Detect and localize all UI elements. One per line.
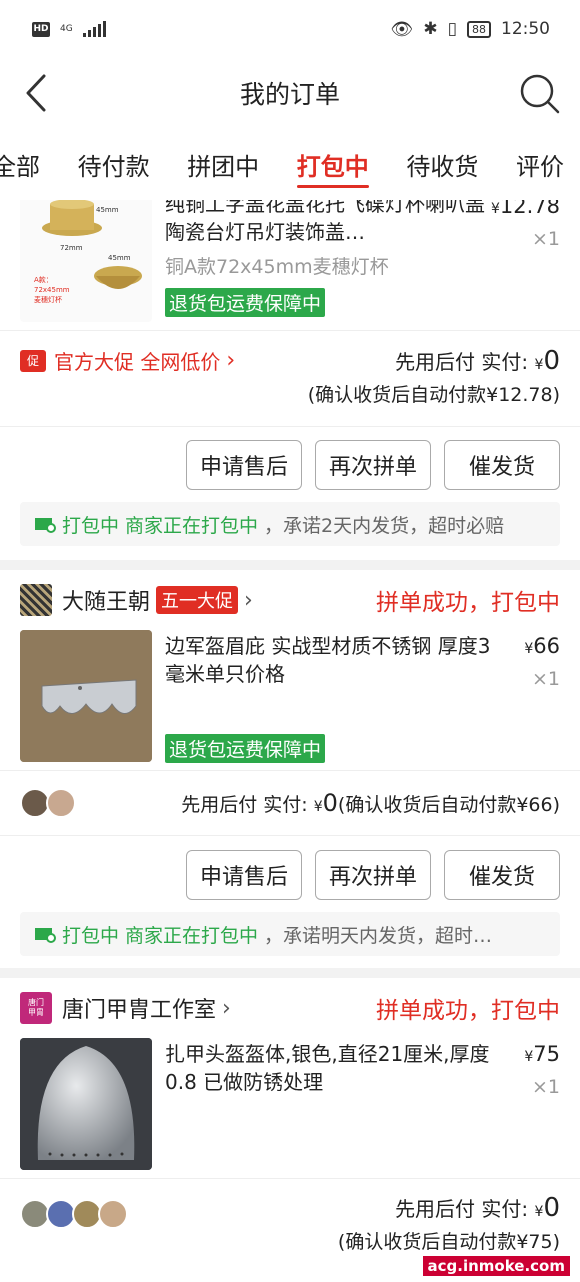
visor-image <box>20 630 152 762</box>
hd-icon: HD <box>32 21 50 37</box>
product-row[interactable]: 扎甲头盔盔体,银色,直径21厘米,厚度0.8 已做防锈处理 ¥75 ×1 <box>0 1038 580 1178</box>
guarantee-badge: 退货包运费保障中 <box>165 288 326 317</box>
group-avatars <box>20 1199 128 1229</box>
pay-summary: 先用后付 实付: ¥0 (确认收货后自动付款¥12.78) <box>307 346 560 406</box>
order-card-2: 大随王朝 五一大促 › 拼单成功，打包中 边军盔眉庇 实战型材质不锈钢 厚度3毫… <box>0 570 580 968</box>
urge-shipping-button[interactable]: 催发货 <box>444 850 560 900</box>
title-bar: 我的订单 <box>0 58 580 128</box>
shop-name: 唐门甲胄工作室 <box>62 998 217 1023</box>
status-bar: HD 4G 👁 ✱ ▯ 88 12:50 <box>0 0 580 58</box>
search-icon[interactable] <box>518 72 562 116</box>
group-avatars <box>20 788 76 818</box>
promo-badge-icon: 促 <box>20 349 46 372</box>
shop-header[interactable]: 大随王朝 五一大促 › 拼单成功，打包中 <box>0 570 580 630</box>
shop-avatar <box>20 584 52 616</box>
chevron-right-icon: › <box>222 995 231 1021</box>
shop-name: 大随王朝 <box>62 590 151 615</box>
product-price: ¥75 <box>524 1042 560 1066</box>
tab-pending-receipt[interactable]: 待收货 <box>406 128 478 200</box>
product-name[interactable]: 扎甲头盔盔体,银色,直径21厘米,厚度0.8 已做防锈处理 <box>165 1040 495 1096</box>
promo-text: 官方大促 全网低价 <box>54 350 221 374</box>
back-icon[interactable] <box>22 72 52 114</box>
product-image[interactable]: 45mm 72mm 45mm A款： 72x45mm 麦穗灯杯 <box>20 190 152 322</box>
shipping-notice[interactable]: 打包中 商家正在打包中 ，承诺2天内发货，超时必赔 <box>20 502 560 546</box>
urge-shipping-button[interactable]: 催发货 <box>444 440 560 490</box>
avatar <box>46 788 76 818</box>
tab-pending-payment[interactable]: 待付款 <box>78 128 150 200</box>
svg-text:72mm: 72mm <box>60 244 83 252</box>
eye-icon: 👁 <box>390 18 414 40</box>
order-status: 拼单成功，打包中 <box>376 590 560 616</box>
network-type: 4G <box>60 23 73 34</box>
signal-icon <box>82 21 106 37</box>
product-name[interactable]: 边军盔眉庇 实战型材质不锈钢 厚度3毫米单只价格 <box>165 632 495 688</box>
after-sales-button[interactable]: 申请售后 <box>186 440 302 490</box>
shop-promo-tag: 五一大促 <box>156 586 239 614</box>
pay-summary: 先用后付 实付: ¥0(确认收货后自动付款¥66) <box>0 771 580 835</box>
chevron-right-icon: › <box>244 587 253 613</box>
tab-review[interactable]: 评价 <box>516 128 564 200</box>
package-icon <box>35 928 56 943</box>
tab-packing[interactable]: 打包中 <box>296 128 369 200</box>
helmet-image <box>20 1038 152 1170</box>
order-card-3: 唐门 甲胄 唐门甲胄工作室 › 拼单成功，打包中 扎甲头盔盔体,银色,直径21厘… <box>0 978 580 1282</box>
shipping-notice[interactable]: 打包中 商家正在打包中 ，承诺明天内发货，超时… <box>20 912 560 956</box>
product-qty: ×1 <box>531 228 560 250</box>
guarantee-badge: 退货包运费保障中 <box>165 734 326 763</box>
svg-text:A款：: A款： <box>34 275 53 284</box>
clock: 12:50 <box>501 19 550 39</box>
top-header: HD 4G 👁 ✱ ▯ 88 12:50 我的订单 全部 待付款 拼团中 打包中… <box>0 0 580 200</box>
order-card-1: 45mm 72mm 45mm A款： 72x45mm 麦穗灯杯 纯铜工字盖花盖花… <box>0 160 580 560</box>
product-image[interactable] <box>20 630 152 762</box>
vibrate-icon: ▯ <box>447 19 457 39</box>
battery-icon: 88 <box>467 20 491 38</box>
package-icon <box>35 518 56 533</box>
lamp-cup-image: 45mm 72mm 45mm A款： 72x45mm 麦穗灯杯 <box>20 190 152 322</box>
svg-text:72x45mm: 72x45mm <box>34 286 70 294</box>
promo-row[interactable]: 促 官方大促 全网低价 › <box>20 346 235 375</box>
avatar <box>98 1199 128 1229</box>
after-sales-button[interactable]: 申请售后 <box>186 850 302 900</box>
shop-header[interactable]: 唐门 甲胄 唐门甲胄工作室 › 拼单成功，打包中 <box>0 978 580 1038</box>
product-price: ¥66 <box>524 634 560 658</box>
bluetooth-icon: ✱ <box>423 19 438 39</box>
product-image[interactable] <box>20 1038 152 1170</box>
product-row[interactable]: 边军盔眉庇 实战型材质不锈钢 厚度3毫米单只价格 退货包运费保障中 ¥66 ×1 <box>0 630 580 770</box>
chevron-right-icon: › <box>226 348 236 373</box>
regroup-button[interactable]: 再次拼单 <box>315 440 431 490</box>
order-status: 拼单成功，打包中 <box>376 998 560 1024</box>
svg-text:45mm: 45mm <box>108 254 131 262</box>
regroup-button[interactable]: 再次拼单 <box>315 850 431 900</box>
svg-text:麦穗灯杯: 麦穗灯杯 <box>34 295 62 304</box>
tab-group-buying[interactable]: 拼团中 <box>187 128 259 200</box>
page-title: 我的订单 <box>239 80 340 109</box>
product-row[interactable]: 45mm 72mm 45mm A款： 72x45mm 麦穗灯杯 纯铜工字盖花盖花… <box>0 190 580 330</box>
tab-all[interactable]: 全部 <box>0 128 40 200</box>
watermark: acg.inmoke.com <box>422 1256 570 1276</box>
product-spec: 铜A款72x45mm麦穗灯杯 <box>165 256 389 278</box>
product-qty: ×1 <box>531 1076 560 1098</box>
shop-logo: 唐门 甲胄 <box>20 992 52 1024</box>
order-tabs: 全部 待付款 拼团中 打包中 待收货 评价 <box>0 128 580 200</box>
svg-text:45mm: 45mm <box>96 206 119 214</box>
product-qty: ×1 <box>531 668 560 690</box>
